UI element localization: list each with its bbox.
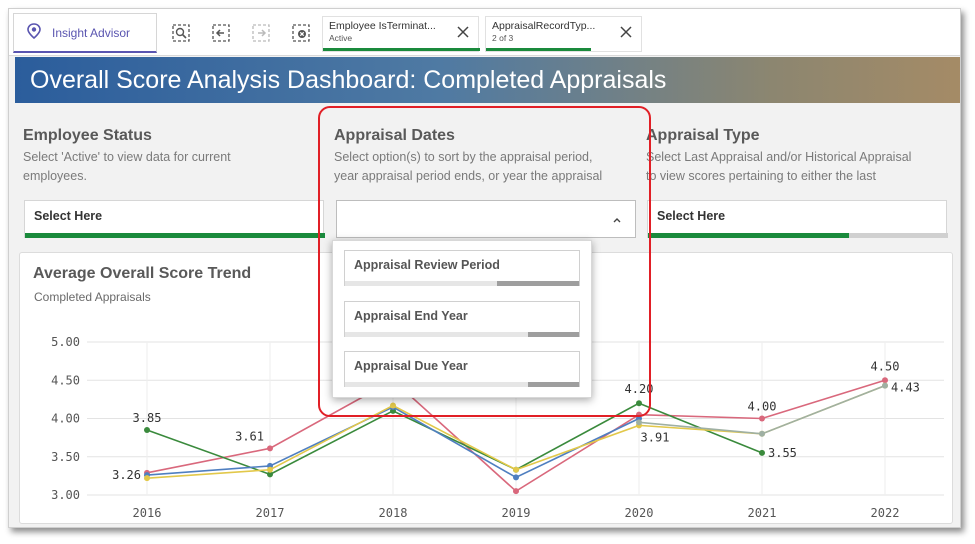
selection-field-name: AppraisalRecordTyp... <box>492 20 596 32</box>
employee-status-title: Employee Status <box>23 127 152 144</box>
description-line: to view scores pertaining to either the … <box>646 169 876 183</box>
dashboard-title: Overall Score Analysis Dashboard: Comple… <box>15 57 960 103</box>
selection-chip-appraisal-record-type[interactable]: AppraisalRecordTyp... 2 of 3 <box>485 16 642 52</box>
data-label: 3.85 <box>133 411 162 425</box>
data-point <box>882 377 888 384</box>
data-label: 3.61 <box>235 429 264 443</box>
dropdown-option-appraisal-end-year[interactable]: Appraisal End Year <box>344 301 580 337</box>
selection-field-name: Employee IsTerminat... <box>329 20 436 32</box>
data-point <box>144 475 150 482</box>
select-label: Select Here <box>657 209 726 223</box>
description-line: Select option(s) to sort by the appraisa… <box>334 150 593 164</box>
y-tick-label: 4.00 <box>51 412 80 426</box>
data-label: 4.00 <box>748 400 777 414</box>
selection-remaining-bar <box>849 233 948 238</box>
data-point <box>513 466 519 473</box>
data-point <box>759 415 765 422</box>
appraisal-type-select[interactable]: Select Here <box>647 200 948 238</box>
data-point <box>267 445 273 452</box>
data-point <box>636 419 642 426</box>
x-tick-label: 2020 <box>625 506 654 520</box>
smart-search-icon[interactable] <box>171 23 191 43</box>
appraisal-type-description: Select Last Appraisal and/or Historical … <box>646 148 911 186</box>
data-label: 3.91 <box>641 430 670 444</box>
clear-all-selections-icon[interactable] <box>291 23 311 43</box>
selection-state-bar <box>486 48 591 51</box>
employee-status-description: Select 'Active' to view data for current… <box>23 148 231 186</box>
description-line: employees. <box>23 169 87 183</box>
description-line: Select 'Active' to view data for current <box>23 150 231 164</box>
dropdown-option-appraisal-due-year[interactable]: Appraisal Due Year <box>344 351 580 387</box>
data-point <box>513 488 519 495</box>
description-line: Select Last Appraisal and/or Historical … <box>646 150 912 164</box>
selection-value: 2 of 3 <box>492 33 514 43</box>
appraisal-dates-title: Appraisal Dates <box>334 127 455 144</box>
y-tick-label: 5.00 <box>51 335 80 349</box>
data-label: 4.50 <box>871 359 900 373</box>
appraisal-type-title: Appraisal Type <box>646 127 760 144</box>
x-tick-label: 2018 <box>379 506 408 520</box>
x-tick-label: 2016 <box>133 506 162 520</box>
selection-state-bar <box>323 48 480 51</box>
data-point <box>636 400 642 407</box>
selection-state-bar <box>25 233 325 238</box>
y-tick-label: 3.00 <box>51 488 80 502</box>
option-label: Appraisal End Year <box>354 309 468 323</box>
app-window: Insight Advisor Employee IsTerminat... A… <box>8 8 961 528</box>
appraisal-dates-dropdown: Appraisal Review Period Appraisal End Ye… <box>332 240 592 398</box>
data-point <box>759 430 765 437</box>
selection-chip-employee-status[interactable]: Employee IsTerminat... Active <box>322 16 480 52</box>
option-state-fill <box>528 332 579 337</box>
data-label: 3.26 <box>112 468 141 482</box>
data-label: 4.20 <box>625 382 654 396</box>
insight-advisor-icon <box>26 23 42 42</box>
y-tick-label: 4.50 <box>51 373 80 387</box>
selection-state-bar <box>648 233 849 238</box>
step-forward-icon[interactable] <box>251 23 271 43</box>
select-label: Select Here <box>34 209 103 223</box>
insight-advisor-label: Insight Advisor <box>52 25 131 40</box>
chevron-up-icon[interactable] <box>611 213 623 225</box>
step-back-icon[interactable] <box>211 23 231 43</box>
close-icon[interactable] <box>456 25 470 39</box>
data-label: 3.55 <box>768 446 797 460</box>
data-point <box>267 466 273 473</box>
close-icon[interactable] <box>619 25 633 39</box>
data-point <box>759 449 765 456</box>
data-point <box>513 474 519 481</box>
y-tick-label: 3.50 <box>51 450 80 464</box>
option-label: Appraisal Due Year <box>354 359 468 373</box>
appraisal-dates-description: Select option(s) to sort by the appraisa… <box>334 148 602 186</box>
data-point <box>390 402 396 409</box>
option-state-fill <box>528 382 579 387</box>
x-tick-label: 2017 <box>256 506 285 520</box>
dropdown-option-appraisal-review-period[interactable]: Appraisal Review Period <box>344 250 580 286</box>
x-tick-label: 2019 <box>502 506 531 520</box>
option-label: Appraisal Review Period <box>354 258 500 272</box>
data-point <box>882 382 888 389</box>
option-state-fill <box>497 281 579 286</box>
insight-advisor-button[interactable]: Insight Advisor <box>13 13 157 53</box>
x-tick-label: 2021 <box>748 506 777 520</box>
selection-value: Active <box>329 33 353 43</box>
selections-toolbar: Insight Advisor Employee IsTerminat... A… <box>9 9 960 56</box>
x-tick-label: 2022 <box>871 506 900 520</box>
data-label: 4.43 <box>891 381 920 395</box>
employee-status-select[interactable]: Select Here <box>24 200 325 238</box>
appraisal-dates-select[interactable] <box>336 200 636 238</box>
description-line: year appraisal period ends, or year the … <box>334 169 603 183</box>
data-point <box>144 426 150 433</box>
